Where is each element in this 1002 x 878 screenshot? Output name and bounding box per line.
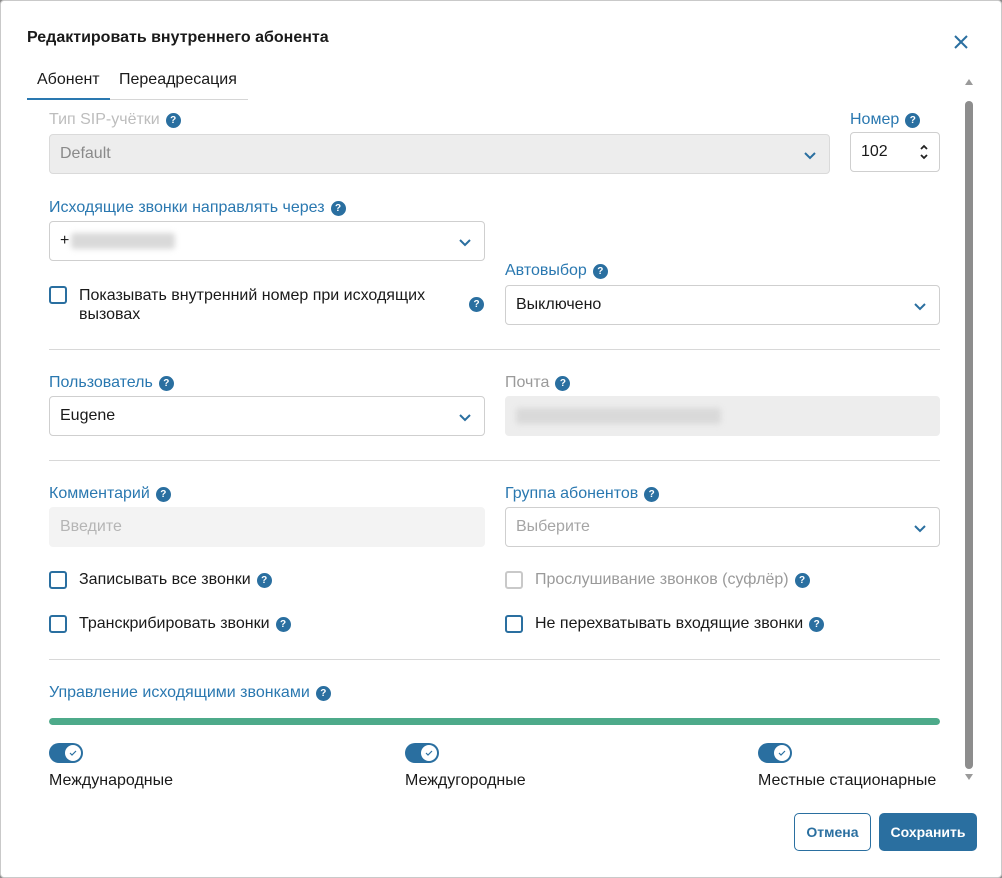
check-icon (425, 750, 433, 756)
help-icon[interactable]: ? (905, 112, 921, 128)
listen-calls-label: Прослушивание звонков (суфлёр) ? (535, 571, 810, 589)
transcribe-calls-label: Транскрибировать звонки ? (79, 615, 291, 633)
close-icon[interactable] (951, 32, 971, 52)
email-label: Почта ? (505, 374, 571, 392)
chevron-down-icon (914, 525, 926, 533)
tab-forwarding[interactable]: Переадресация (119, 71, 237, 89)
autoselect-select[interactable]: Выключено (505, 285, 940, 325)
dialog-title: Редактировать внутреннего абонента (27, 29, 329, 46)
outgoing-route-select[interactable]: + (49, 221, 485, 261)
listen-calls-checkbox[interactable] (505, 571, 523, 589)
cancel-button[interactable]: Отмена (794, 813, 871, 851)
show-internal-number-label: Показывать внутренний номер при исходящи… (79, 287, 426, 323)
user-label: Пользователь ? (49, 374, 174, 392)
toggle-international-label: Международные (49, 772, 174, 789)
help-icon[interactable]: ? (165, 112, 181, 128)
check-icon (69, 750, 77, 756)
redacted-phone (71, 233, 176, 249)
record-all-calls-label: Записывать все звонки ? (79, 571, 272, 589)
number-stepper[interactable]: 102 (850, 132, 940, 172)
check-icon (778, 750, 786, 756)
comment-label: Комментарий ? (49, 485, 171, 503)
outgoing-control-label: Управление исходящими звонками ? (49, 684, 331, 702)
show-internal-number-checkbox[interactable] (49, 286, 67, 304)
chevron-down-icon (804, 152, 816, 160)
stepper-arrows-icon[interactable] (919, 141, 929, 163)
tab-subscriber[interactable]: Абонент (27, 71, 110, 100)
email-field (505, 396, 940, 436)
chevron-down-icon (459, 239, 471, 247)
outgoing-control-progress (49, 718, 940, 725)
toggle-knob (774, 745, 790, 761)
transcribe-calls-checkbox[interactable] (49, 615, 67, 633)
autoselect-label: Автовыбор ? (505, 262, 608, 280)
user-select[interactable]: Eugene (49, 396, 485, 436)
scroll-down-arrow-icon[interactable] (965, 774, 973, 780)
redacted-email (516, 408, 721, 424)
comment-input[interactable]: Введите (49, 507, 485, 547)
tab-bar: Абонент Переадресация (27, 61, 248, 100)
help-icon[interactable]: ? (555, 375, 571, 391)
help-icon[interactable]: ? (155, 486, 171, 502)
scrollbar-thumb[interactable] (965, 101, 973, 769)
chevron-down-icon (914, 303, 926, 311)
scrollbar[interactable] (964, 77, 974, 783)
toggle-local-landline-label: Местные стационарные (758, 772, 937, 789)
help-icon[interactable]: ? (592, 263, 608, 279)
sip-type-label: Тип SIP-учётки ? (49, 111, 181, 129)
number-label: Номер ? (850, 111, 921, 129)
no-intercept-label: Не перехватывать входящие звонки ? (535, 615, 825, 633)
toggle-knob (65, 745, 81, 761)
subscriber-group-label: Группа абонентов ? (505, 485, 660, 503)
help-icon[interactable]: ? (275, 616, 291, 632)
toggle-long-distance-label: Междугородные (405, 772, 526, 789)
divider (49, 460, 940, 461)
toggle-knob (421, 745, 437, 761)
subscriber-group-select[interactable]: Выберите (505, 507, 940, 547)
record-all-calls-checkbox[interactable] (49, 571, 67, 589)
divider (49, 659, 940, 660)
help-icon[interactable]: ? (158, 375, 174, 391)
divider (49, 349, 940, 350)
help-icon[interactable]: ? (256, 572, 272, 588)
toggle-local-landline[interactable] (758, 743, 792, 763)
toggle-international[interactable] (49, 743, 83, 763)
chevron-down-icon (459, 414, 471, 422)
help-icon[interactable]: ? (330, 200, 346, 216)
help-icon[interactable]: ? (469, 297, 484, 312)
help-icon[interactable]: ? (809, 616, 825, 632)
toggle-long-distance[interactable] (405, 743, 439, 763)
help-icon[interactable]: ? (644, 486, 660, 502)
scroll-up-arrow-icon[interactable] (965, 79, 973, 85)
no-intercept-checkbox[interactable] (505, 615, 523, 633)
help-icon[interactable]: ? (794, 572, 810, 588)
help-icon[interactable]: ? (315, 685, 331, 701)
progress-fill (49, 718, 940, 725)
outgoing-route-label: Исходящие звонки направлять через ? (49, 199, 346, 217)
sip-type-select: Default (49, 134, 830, 174)
save-button[interactable]: Сохранить (879, 813, 977, 851)
edit-subscriber-dialog: Редактировать внутреннего абонента Абоне… (0, 0, 1002, 878)
